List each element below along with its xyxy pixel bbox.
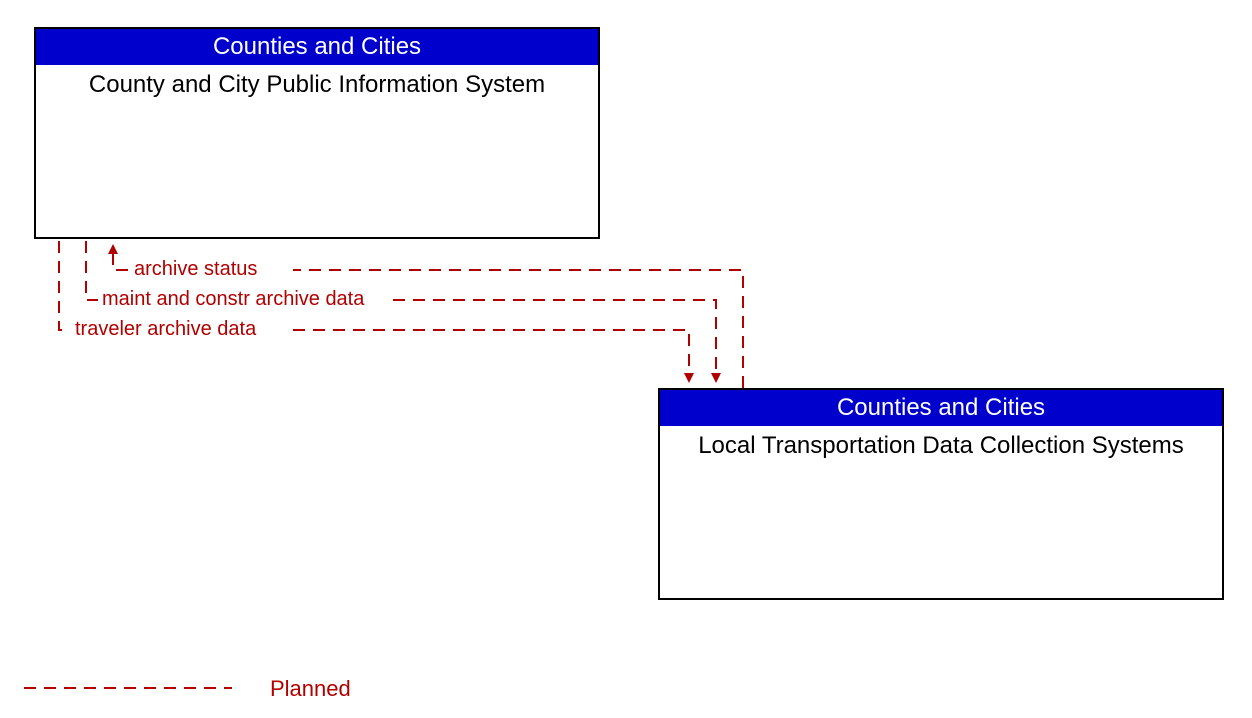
entity-body-top: County and City Public Information Syste… bbox=[36, 65, 598, 106]
entity-header-top: Counties and Cities bbox=[36, 29, 598, 65]
flow-label-traveler: traveler archive data bbox=[75, 318, 256, 341]
flow-label-archive-status: archive status bbox=[134, 258, 257, 281]
flow-label-maint-constr: maint and constr archive data bbox=[102, 288, 364, 311]
entity-header-bottom: Counties and Cities bbox=[660, 390, 1222, 426]
entity-body-bottom: Local Transportation Data Collection Sys… bbox=[660, 426, 1222, 467]
entity-county-city-public-info: Counties and Cities County and City Publ… bbox=[34, 27, 600, 239]
legend-planned-label: Planned bbox=[270, 676, 351, 702]
entity-local-transport-data: Counties and Cities Local Transportation… bbox=[658, 388, 1224, 600]
